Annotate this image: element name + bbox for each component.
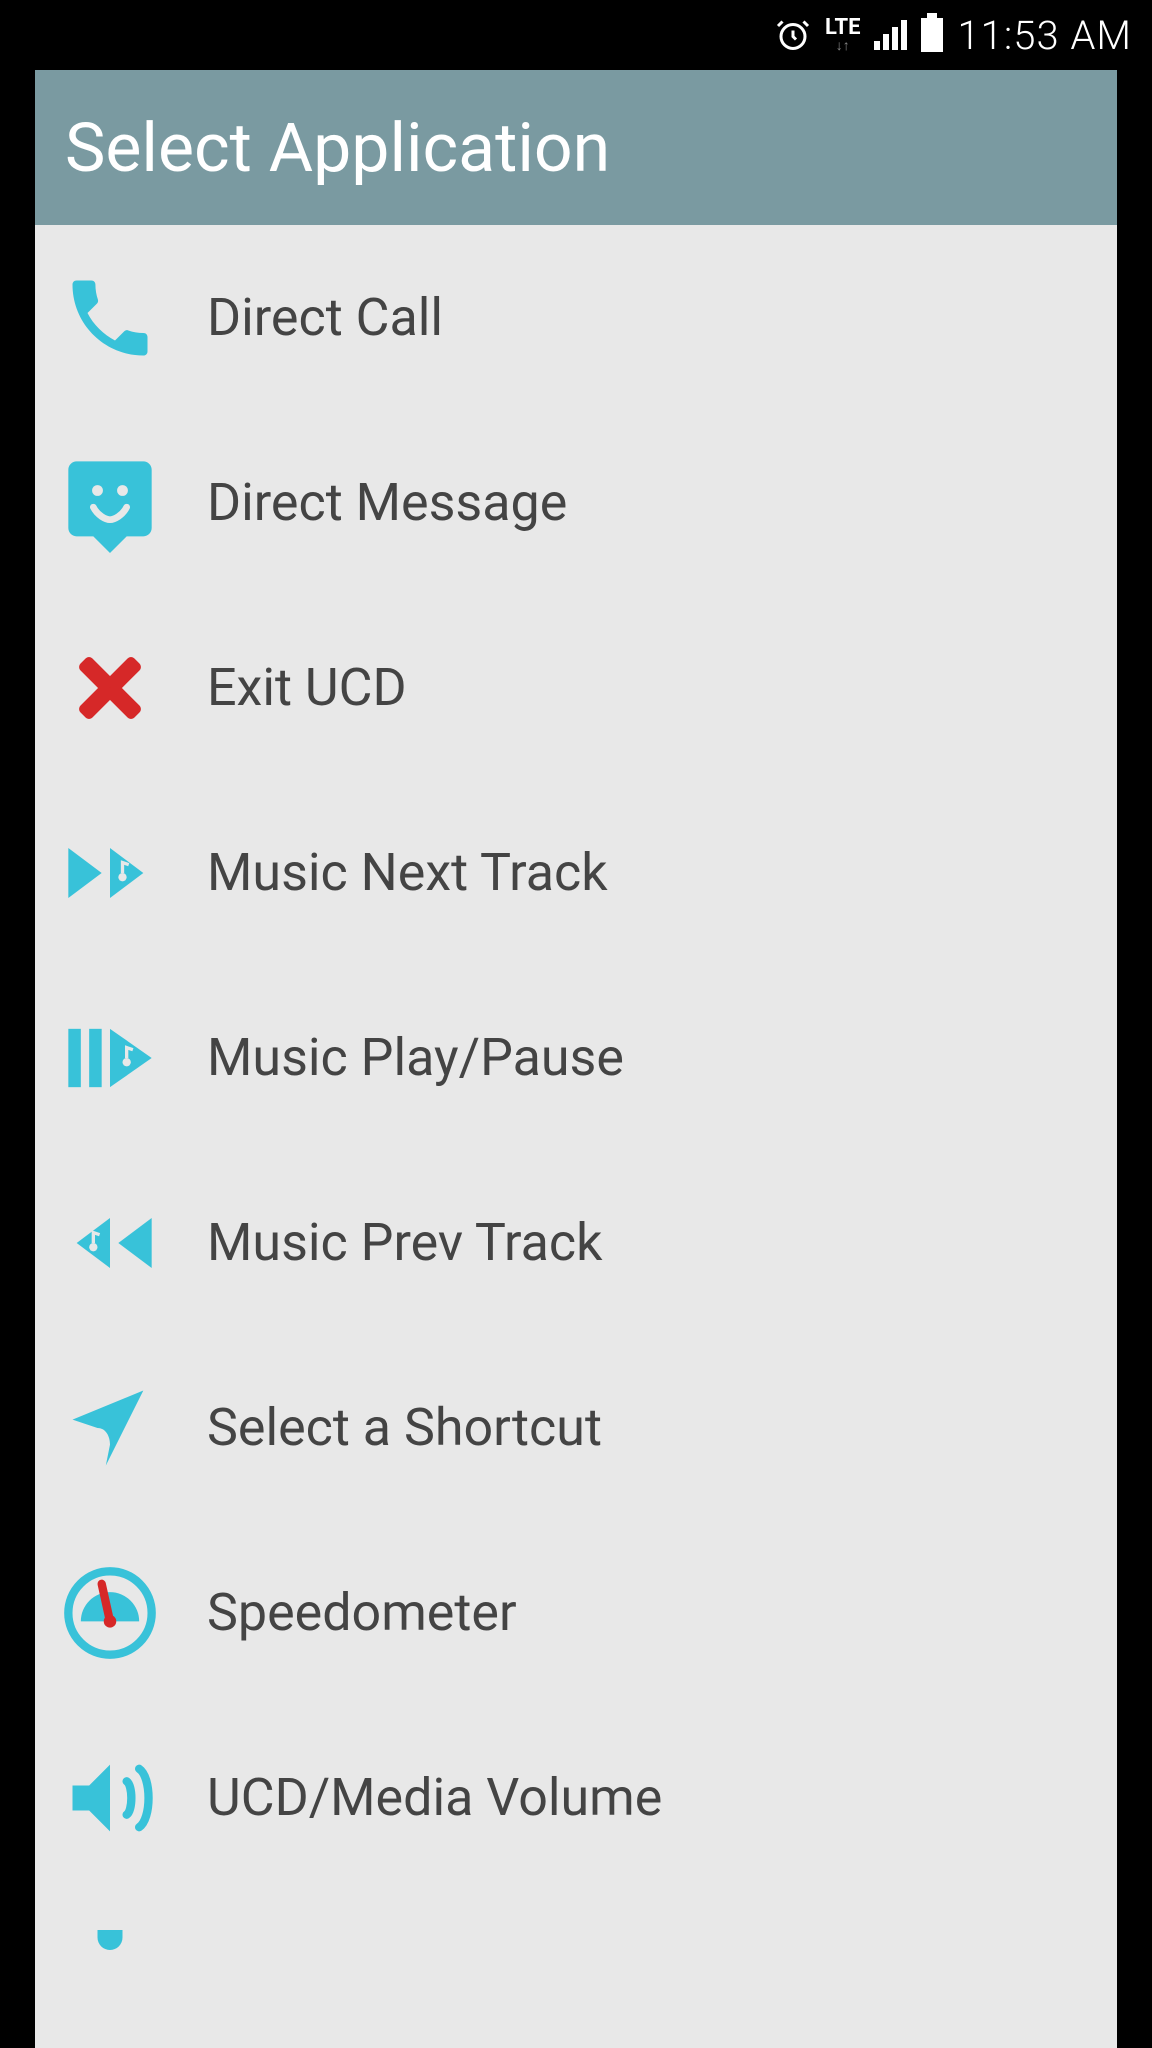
volume-icon — [55, 1743, 165, 1853]
app-item-label: Speedometer — [207, 1582, 517, 1643]
app-item-media-volume[interactable]: UCD/Media Volume — [35, 1705, 1117, 1890]
next-track-icon — [55, 818, 165, 928]
phone-icon — [55, 263, 165, 373]
app-item-label: UCD/Media Volume — [207, 1767, 662, 1828]
app-item-select-shortcut[interactable]: Select a Shortcut — [35, 1335, 1117, 1520]
alarm-icon — [775, 17, 811, 53]
application-list[interactable]: Direct Call Direct Message Exit UCD — [35, 225, 1117, 2048]
battery-icon — [921, 18, 943, 52]
shortcut-arrow-icon — [55, 1373, 165, 1483]
app-item-music-next-track[interactable]: Music Next Track — [35, 780, 1117, 965]
app-item-label: Music Prev Track — [207, 1212, 603, 1273]
exit-icon — [55, 633, 165, 743]
play-pause-icon — [55, 1003, 165, 1113]
app-item-speedometer[interactable]: Speedometer — [35, 1520, 1117, 1705]
app-item-direct-message[interactable]: Direct Message — [35, 410, 1117, 595]
partial-icon — [55, 1930, 165, 1970]
app-item-label: Direct Call — [207, 287, 443, 348]
network-type-indicator: LTE ↓↑ — [825, 17, 860, 53]
speedometer-icon — [55, 1558, 165, 1668]
app-item-label: Exit UCD — [207, 657, 407, 718]
app-item-label: Music Next Track — [207, 842, 608, 903]
signal-strength-icon — [874, 20, 907, 50]
app-item-exit-ucd[interactable]: Exit UCD — [35, 595, 1117, 780]
app-item-label: Music Play/Pause — [207, 1027, 624, 1088]
app-item-music-prev-track[interactable]: Music Prev Track — [35, 1150, 1117, 1335]
app-item-label: Select a Shortcut — [207, 1397, 602, 1458]
modal-title: Select Application — [65, 108, 610, 188]
modal-header: Select Application — [35, 70, 1117, 225]
select-application-modal: Select Application Direct Call Direct Me… — [35, 70, 1117, 2048]
app-item-label: Direct Message — [207, 472, 567, 533]
status-bar: LTE ↓↑ 11:53 AM — [0, 0, 1152, 70]
app-item-direct-call[interactable]: Direct Call — [35, 225, 1117, 410]
clock-time: 11:53 AM — [957, 12, 1132, 59]
prev-track-icon — [55, 1188, 165, 1298]
message-icon — [55, 448, 165, 558]
app-item-music-play-pause[interactable]: Music Play/Pause — [35, 965, 1117, 1150]
app-item-partial[interactable] — [35, 1890, 1117, 2010]
